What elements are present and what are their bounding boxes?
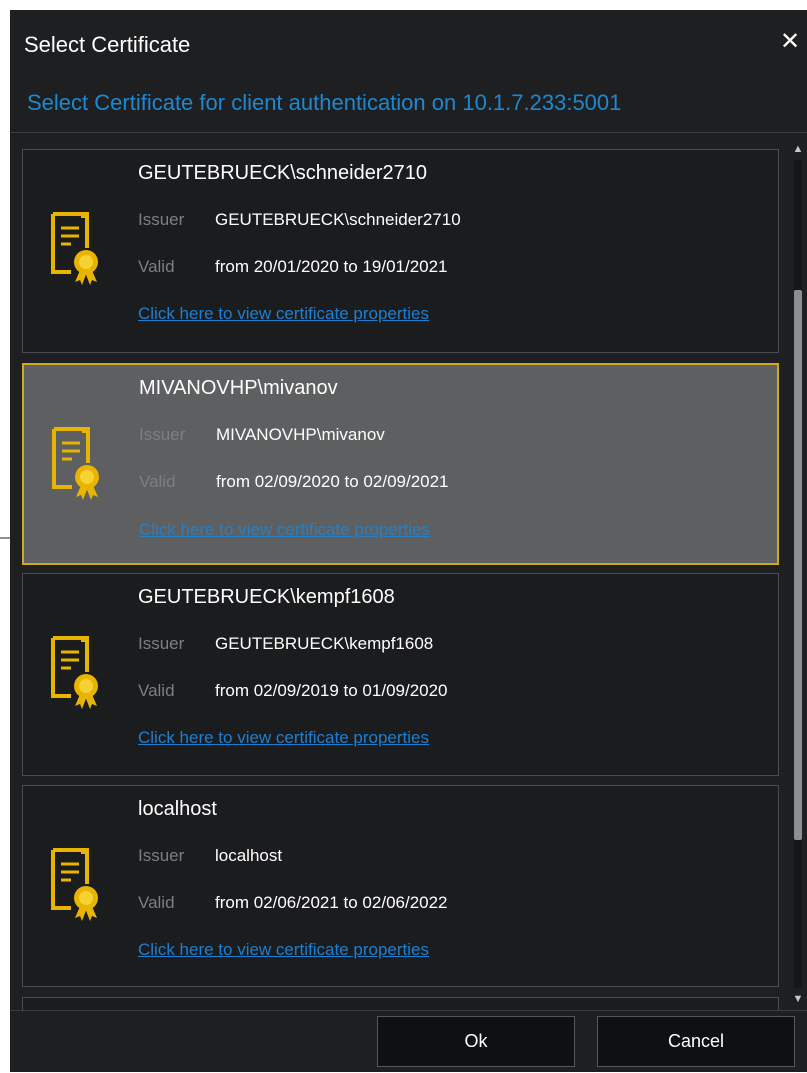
issuer-value: GEUTEBRUECK\kempf1608 xyxy=(215,634,434,653)
dialog-subtitle: Select Certificate for client authentica… xyxy=(27,90,622,115)
cancel-button[interactable]: Cancel xyxy=(597,1016,795,1067)
certificate-name: GEUTEBRUECK\kempf1608 xyxy=(138,586,395,608)
issuer-label: Issuer xyxy=(138,634,185,653)
valid-label: Valid xyxy=(138,681,175,700)
issuer-value: GEUTEBRUECK\schneider2710 xyxy=(215,210,461,229)
certificate-icon xyxy=(51,848,98,921)
certificate-item[interactable]: localhost Issuer localhost Valid from 02… xyxy=(22,785,779,987)
view-properties-link[interactable]: Click here to view certificate propertie… xyxy=(138,304,429,324)
view-properties-link[interactable]: Click here to view certificate propertie… xyxy=(139,520,430,540)
view-properties-link[interactable]: Click here to view certificate propertie… xyxy=(138,940,429,960)
certificate-icon xyxy=(51,636,98,709)
select-certificate-dialog: Select Certificate ✕ Select Certificate … xyxy=(10,10,807,1072)
certificate-item[interactable]: GEUTEBRUECK\kempf1608 Issuer GEUTEBRUECK… xyxy=(22,573,779,776)
valid-label: Valid xyxy=(139,472,176,491)
certificate-icon xyxy=(52,427,99,500)
issuer-label: Issuer xyxy=(138,846,185,865)
issuer-label: Issuer xyxy=(139,425,186,444)
certificate-item-selected[interactable]: MIVANOVHP\mivanov Issuer MIVANOVHP\mivan… xyxy=(22,363,779,565)
valid-label: Valid xyxy=(138,893,175,912)
close-icon[interactable]: ✕ xyxy=(778,30,802,54)
header-divider xyxy=(10,132,807,133)
certificate-item[interactable]: GEUTEBRUECK\schneider2710 Issuer GEUTEBR… xyxy=(22,149,779,353)
background-edge-mark xyxy=(0,537,10,539)
valid-value: from 20/01/2020 to 19/01/2021 xyxy=(215,257,448,276)
scrollbar-thumb[interactable] xyxy=(794,290,802,840)
certificate-icon xyxy=(51,212,98,285)
dialog-title: Select Certificate xyxy=(24,32,191,57)
view-properties-link[interactable]: Click here to view certificate propertie… xyxy=(138,728,429,748)
certificate-list: GEUTEBRUECK\schneider2710 Issuer GEUTEBR… xyxy=(14,135,788,1010)
certificate-name: localhost xyxy=(138,798,217,820)
issuer-value: MIVANOVHP\mivanov xyxy=(216,425,385,444)
certificate-name: GEUTEBRUECK\schneider2710 xyxy=(138,162,428,184)
certificate-item-partial[interactable] xyxy=(22,997,779,1010)
valid-value: from 02/06/2021 to 02/06/2022 xyxy=(215,893,448,912)
issuer-value: localhost xyxy=(215,846,283,865)
valid-value: from 02/09/2019 to 01/09/2020 xyxy=(215,681,448,700)
scroll-down-arrow-icon[interactable]: ▼ xyxy=(791,992,805,1006)
valid-label: Valid xyxy=(138,257,175,276)
issuer-label: Issuer xyxy=(138,210,185,229)
ok-button[interactable]: Ok xyxy=(377,1016,575,1067)
valid-value: from 02/09/2020 to 02/09/2021 xyxy=(216,472,449,491)
title-bar: Select Certificate ✕ xyxy=(10,10,807,82)
scroll-up-arrow-icon[interactable]: ▲ xyxy=(791,142,805,156)
certificate-name: MIVANOVHP\mivanov xyxy=(139,377,338,399)
list-scrollbar[interactable]: ▲ ▼ xyxy=(789,140,807,1010)
dialog-footer: Ok Cancel xyxy=(10,1010,807,1073)
